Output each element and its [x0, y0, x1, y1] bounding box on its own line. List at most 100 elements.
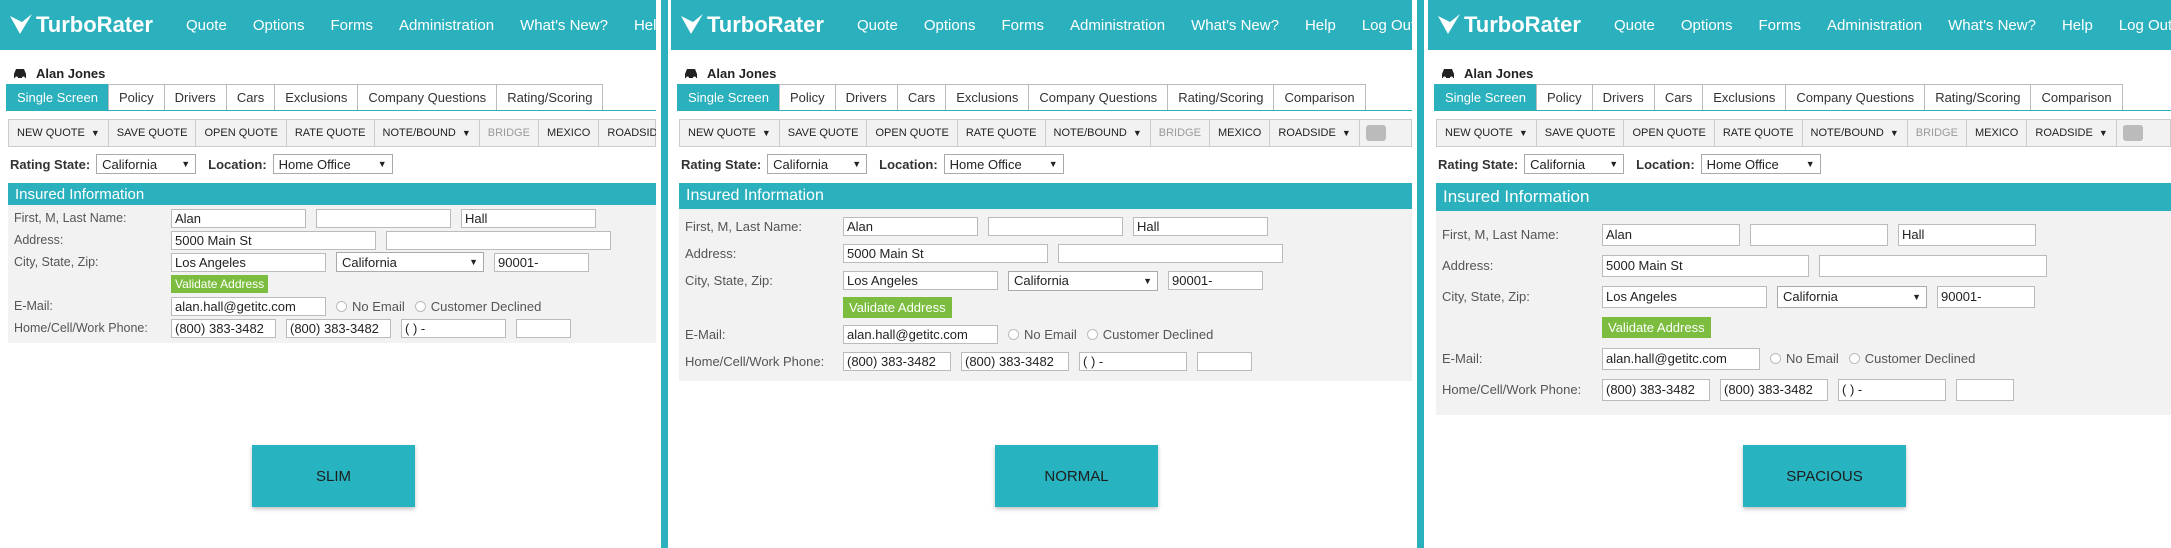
middle-initial-input[interactable]	[1750, 223, 1888, 246]
nav-forms[interactable]: Forms	[1002, 17, 1045, 34]
tab-single-screen[interactable]: Single Screen	[677, 84, 780, 110]
last-name-input[interactable]: Hall	[461, 208, 596, 228]
save-quote-button[interactable]: SAVE QUOTE	[780, 120, 868, 146]
phone-ext-input[interactable]	[516, 318, 571, 338]
state-select[interactable]: California ▼	[1777, 285, 1927, 308]
nav-quote[interactable]: Quote	[1614, 17, 1655, 34]
tab-exclusions[interactable]: Exclusions	[945, 84, 1030, 110]
nav-whats-new[interactable]: What's New?	[1191, 17, 1279, 34]
save-quote-button[interactable]: SAVE QUOTE	[1537, 120, 1625, 146]
email-input[interactable]: alan.hall@getitc.com	[1602, 347, 1760, 370]
middle-initial-input[interactable]	[316, 208, 451, 228]
tab-policy[interactable]: Policy	[1535, 84, 1593, 110]
rating-state-select[interactable]: California ▼	[767, 154, 868, 174]
spacious-button[interactable]: SPACIOUS	[1743, 445, 1906, 507]
tab-exclusions[interactable]: Exclusions	[274, 84, 359, 110]
validate-address-button[interactable]: Validate Address	[1602, 317, 1711, 338]
nav-whats-new[interactable]: What's New?	[520, 17, 608, 34]
home-phone-input[interactable]: (800) 383-3482	[843, 352, 951, 371]
tab-cars[interactable]: Cars	[1653, 84, 1704, 110]
mexico-button[interactable]: MEXICO	[1967, 120, 2028, 146]
last-name-input[interactable]: Hall	[1133, 217, 1268, 236]
no-email-radio[interactable]: No Email	[336, 299, 405, 314]
nav-administration[interactable]: Administration	[399, 17, 494, 34]
nav-forms[interactable]: Forms	[331, 17, 374, 34]
zip-input[interactable]: 90001-	[1937, 285, 2035, 308]
rate-quote-button[interactable]: RATE QUOTE	[1715, 120, 1803, 146]
phone-ext-input[interactable]	[1956, 378, 2014, 401]
turborater-logo[interactable]: TurboRater	[1436, 12, 1581, 38]
state-select[interactable]: California ▼	[1008, 270, 1158, 291]
city-input[interactable]: Los Angeles	[171, 252, 326, 272]
nav-quote[interactable]: Quote	[857, 17, 898, 34]
bridge-button[interactable]: BRIDGE	[1151, 120, 1210, 146]
validate-address-button[interactable]: Validate Address	[843, 297, 952, 318]
location-select[interactable]: Home Office ▼	[1700, 154, 1821, 174]
rate-quote-button[interactable]: RATE QUOTE	[958, 120, 1046, 146]
open-quote-button[interactable]: OPEN QUOTE	[196, 120, 287, 146]
tab-company-questions[interactable]: Company Questions	[1785, 84, 1926, 110]
nav-help[interactable]: Help	[634, 17, 656, 34]
address-line2-input[interactable]	[1819, 254, 2047, 277]
nav-help[interactable]: Help	[1305, 17, 1336, 34]
rating-state-select[interactable]: California ▼	[96, 154, 197, 174]
nav-help[interactable]: Help	[2062, 17, 2093, 34]
printer-icon[interactable]	[2122, 125, 2143, 141]
work-phone-input[interactable]: ( ) -	[401, 318, 506, 338]
tab-single-screen[interactable]: Single Screen	[1434, 84, 1537, 110]
nav-logout[interactable]: Log Out	[2119, 17, 2171, 34]
state-select[interactable]: California ▼	[336, 252, 484, 272]
nav-options[interactable]: Options	[1681, 17, 1733, 34]
address-line1-input[interactable]: 5000 Main St	[171, 230, 376, 250]
nav-options[interactable]: Options	[253, 17, 305, 34]
new-quote-button[interactable]: NEW QUOTE ▼	[1437, 120, 1537, 146]
customer-declined-radio[interactable]: Customer Declined	[414, 299, 541, 314]
work-phone-input[interactable]: ( ) -	[1838, 378, 1946, 401]
validate-address-button[interactable]: Validate Address	[171, 275, 269, 293]
first-name-input[interactable]: Alan	[171, 208, 306, 228]
roadside-button[interactable]: ROADSIDE ▼	[2027, 120, 2117, 146]
location-select[interactable]: Home Office ▼	[272, 154, 393, 174]
cell-phone-input[interactable]: (800) 383-3482	[1720, 378, 1828, 401]
tab-drivers[interactable]: Drivers	[163, 84, 227, 110]
tab-single-screen[interactable]: Single Screen	[6, 84, 109, 110]
tab-comparison[interactable]: Comparison	[2030, 84, 2123, 110]
location-select[interactable]: Home Office ▼	[943, 154, 1064, 174]
nav-options[interactable]: Options	[924, 17, 976, 34]
nav-administration[interactable]: Administration	[1070, 17, 1165, 34]
bridge-button[interactable]: BRIDGE	[480, 120, 539, 146]
tab-policy[interactable]: Policy	[778, 84, 836, 110]
nav-logout[interactable]: Log Out	[1362, 17, 1412, 34]
mexico-button[interactable]: MEXICO	[1210, 120, 1271, 146]
tab-drivers[interactable]: Drivers	[834, 84, 898, 110]
home-phone-input[interactable]: (800) 383-3482	[171, 318, 276, 338]
address-line2-input[interactable]	[386, 230, 611, 250]
cell-phone-input[interactable]: (800) 383-3482	[286, 318, 391, 338]
middle-initial-input[interactable]	[988, 217, 1123, 236]
first-name-input[interactable]: Alan	[1602, 223, 1740, 246]
tab-company-questions[interactable]: Company Questions	[1028, 84, 1169, 110]
nav-whats-new[interactable]: What's New?	[1948, 17, 2036, 34]
tab-rating-scoring[interactable]: Rating/Scoring	[1924, 84, 2032, 110]
customer-declined-radio[interactable]: Customer Declined	[1086, 327, 1213, 342]
note-bound-button[interactable]: NOTE/BOUND ▼	[375, 120, 480, 146]
tab-exclusions[interactable]: Exclusions	[1702, 84, 1787, 110]
zip-input[interactable]: 90001-	[1168, 271, 1263, 290]
work-phone-input[interactable]: ( ) -	[1079, 352, 1187, 371]
turborater-logo[interactable]: TurboRater	[679, 12, 824, 38]
city-input[interactable]: Los Angeles	[1602, 285, 1767, 308]
no-email-radio[interactable]: No Email	[1770, 351, 1839, 366]
rating-state-select[interactable]: California ▼	[1524, 154, 1625, 174]
rate-quote-button[interactable]: RATE QUOTE	[287, 120, 375, 146]
normal-button[interactable]: NORMAL	[995, 445, 1158, 507]
address-line1-input[interactable]: 5000 Main St	[1602, 254, 1809, 277]
note-bound-button[interactable]: NOTE/BOUND ▼	[1803, 120, 1908, 146]
new-quote-button[interactable]: NEW QUOTE ▼	[9, 120, 109, 146]
cell-phone-input[interactable]: (800) 383-3482	[961, 352, 1069, 371]
nav-administration[interactable]: Administration	[1827, 17, 1922, 34]
no-email-radio[interactable]: No Email	[1008, 327, 1077, 342]
city-input[interactable]: Los Angeles	[843, 271, 998, 290]
email-input[interactable]: alan.hall@getitc.com	[171, 296, 326, 316]
slim-button[interactable]: SLIM	[252, 445, 415, 507]
email-input[interactable]: alan.hall@getitc.com	[843, 325, 998, 344]
